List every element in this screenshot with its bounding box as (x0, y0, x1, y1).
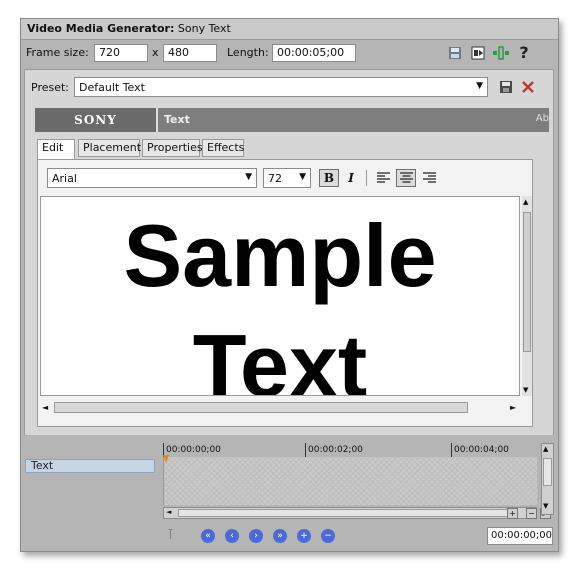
editor-horizontal-scrollbar[interactable]: ◄ ► (42, 401, 520, 415)
chevron-down-icon: ▼ (299, 172, 306, 182)
bold-button[interactable]: B (319, 169, 339, 187)
vertical-scroll-thumb[interactable] (543, 458, 552, 486)
chevron-down-icon: ▼ (245, 172, 252, 182)
toolbar-divider (366, 170, 367, 186)
window-title-plugin: Sony Text (174, 22, 231, 35)
vertical-scroll-thumb[interactable] (523, 212, 531, 352)
length-label: Length: (227, 46, 269, 59)
prev-keyframe-icon[interactable]: ‹ (225, 529, 239, 543)
tab-effects[interactable]: Effects (202, 139, 244, 157)
cursor-line (163, 457, 164, 505)
title-bar: Video Media Generator: Sony Text (21, 19, 558, 40)
video-media-generator-window: Video Media Generator: Sony Text Frame s… (20, 18, 559, 552)
cursor-time-field[interactable]: 00:00:00;00 (487, 527, 553, 545)
font-dropdown[interactable]: Arial ▼ (47, 168, 257, 188)
delete-keyframe-icon[interactable]: − (321, 529, 335, 543)
ruler-tick: 00:00:04;00 (451, 443, 509, 457)
keyframe-timeline: 00:00:00;00 00:00:02;00 00:00:04;00 Text… (21, 435, 558, 551)
preset-value: Default Text (79, 81, 145, 94)
frame-size-label: Frame size: (26, 46, 89, 59)
track-header-text[interactable]: Text (25, 459, 155, 473)
align-center-icon[interactable] (396, 169, 416, 187)
timeline-ruler: 00:00:00;00 00:00:02;00 00:00:04;00 (163, 443, 537, 457)
sony-logo: SONY (35, 108, 158, 132)
help-icon[interactable]: ? (515, 43, 533, 62)
scroll-right-icon[interactable]: ► (510, 403, 516, 412)
font-size-dropdown[interactable]: 72 ▼ (263, 168, 311, 188)
preset-dropdown[interactable]: Default Text ▼ (74, 77, 488, 97)
scroll-left-icon[interactable]: ◄ (166, 508, 171, 516)
frame-height-field[interactable]: 480 (163, 44, 217, 62)
length-field[interactable]: 00:00:05;00 (272, 44, 356, 62)
last-keyframe-icon[interactable]: » (273, 529, 287, 543)
timeline-horizontal-scrollbar[interactable]: ◄ (163, 507, 537, 519)
zoom-in-button[interactable]: + (507, 508, 518, 519)
frame-settings-row: Frame size: 720 x 480 Length: 00:00:05;0… (21, 41, 558, 67)
window-title-bold: Video Media Generator: (27, 22, 175, 35)
tab-properties[interactable]: Properties (142, 139, 203, 157)
properties-icon[interactable] (469, 44, 487, 62)
sample-text-line2: Text (192, 316, 368, 396)
align-left-icon[interactable] (373, 169, 393, 187)
horizontal-scroll-thumb[interactable] (54, 402, 468, 413)
italic-button[interactable]: I (341, 169, 361, 187)
plugin-panel: Preset: Default Text ▼ SONY Text Ab Edit… (24, 69, 554, 437)
split-screen-icon[interactable] (492, 44, 510, 62)
tab-edit[interactable]: Edit (37, 139, 75, 160)
ruler-tick: 00:00:00;00 (163, 443, 221, 457)
sync-cursor-icon[interactable]: ⊺ (167, 527, 174, 543)
keyframe-controls: ⊺ « ‹ › » + − 00:00:00;00 (163, 523, 555, 547)
window-title: Video Media Generator: Sony Text (27, 22, 231, 35)
scroll-left-icon[interactable]: ◄ (42, 403, 48, 412)
about-link[interactable]: Ab (536, 113, 549, 124)
sample-text-line1: Sample (123, 206, 437, 305)
chevron-down-icon: ▼ (476, 81, 483, 91)
save-frame-icon[interactable] (446, 44, 464, 62)
scroll-down-icon[interactable]: ▼ (543, 502, 548, 510)
first-keyframe-icon[interactable]: « (201, 529, 215, 543)
edit-tab-panel: Arial ▼ 72 ▼ B I Sample Text ▲ ▼ ◄ ► (37, 159, 533, 427)
preset-label: Preset: (31, 81, 70, 94)
editor-vertical-scrollbar[interactable]: ▲ ▼ (522, 196, 532, 396)
text-editor[interactable]: Sample Text (40, 196, 520, 396)
zoom-out-button[interactable]: − (526, 508, 537, 519)
delete-preset-icon[interactable] (519, 78, 537, 96)
timeline-scroll-thumb[interactable] (178, 509, 508, 517)
add-keyframe-icon[interactable]: + (297, 529, 311, 543)
frame-width-field[interactable]: 720 (94, 44, 148, 62)
ruler-tick: 00:00:02;00 (305, 443, 363, 457)
plugin-title: Text (164, 113, 190, 126)
tab-placement[interactable]: Placement (78, 139, 141, 157)
next-keyframe-icon[interactable]: › (249, 529, 263, 543)
timeline-vertical-scrollbar[interactable]: ▲ ▼ (541, 443, 554, 515)
keyframe-track[interactable] (163, 455, 537, 505)
frame-x-label: x (152, 46, 159, 59)
scroll-up-icon[interactable]: ▲ (523, 198, 528, 206)
scroll-down-icon[interactable]: ▼ (523, 386, 528, 394)
font-value: Arial (52, 172, 77, 185)
save-preset-icon[interactable] (497, 78, 515, 96)
plugin-header: SONY Text Ab (35, 108, 549, 132)
scroll-up-icon[interactable]: ▲ (543, 445, 548, 453)
font-size-value: 72 (268, 172, 282, 185)
align-right-icon[interactable] (419, 169, 439, 187)
